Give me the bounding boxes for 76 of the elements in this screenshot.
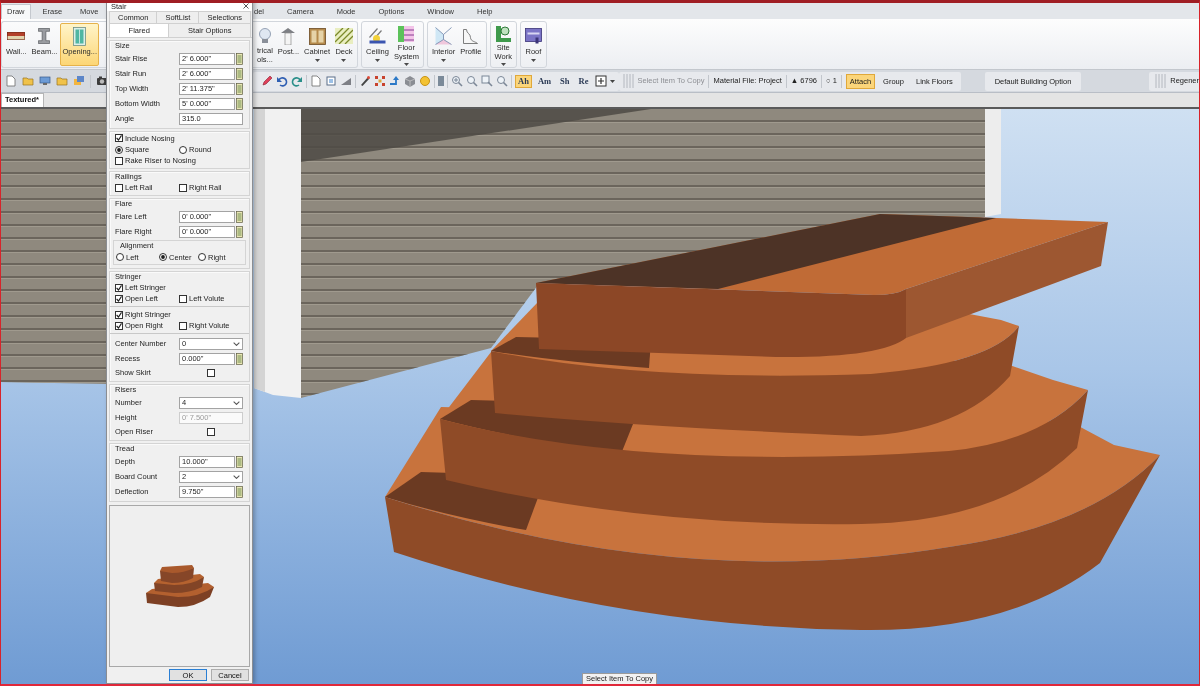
page-icon[interactable] — [310, 75, 322, 87]
stair-preview-drawing — [145, 565, 214, 607]
checkbox[interactable] — [179, 294, 187, 303]
checkbox[interactable] — [115, 310, 123, 319]
cabinet-icon — [308, 27, 326, 45]
caret-icon[interactable] — [314, 58, 320, 62]
wedge-icon[interactable] — [340, 75, 352, 87]
checkbox[interactable] — [115, 134, 123, 142]
caret-icon[interactable] — [441, 58, 447, 62]
ceiling-icon — [368, 28, 386, 44]
calculator-icon[interactable] — [236, 52, 243, 65]
page-icon[interactable] — [5, 75, 17, 87]
molding-profile-icon — [463, 28, 479, 44]
chevron-down-icon — [233, 400, 240, 405]
terrain-icon — [495, 26, 511, 42]
grip-icon[interactable] — [622, 74, 634, 88]
calculator-icon[interactable] — [236, 82, 243, 95]
undo-icon[interactable] — [276, 75, 288, 87]
caret-icon[interactable] — [341, 58, 347, 62]
zoom-box-icon[interactable] — [481, 75, 493, 87]
magnifier-icon[interactable] — [466, 75, 478, 87]
magnifier-icon[interactable] — [496, 75, 508, 87]
checkbox[interactable] — [207, 427, 215, 436]
box-icon[interactable] — [325, 75, 337, 87]
checkbox[interactable] — [115, 283, 123, 292]
pencil-icon[interactable] — [261, 75, 273, 87]
pen-icon[interactable] — [359, 75, 371, 87]
checkbox[interactable] — [207, 368, 215, 377]
floor-framing-icon — [398, 26, 415, 42]
zoom-in-icon[interactable] — [451, 75, 463, 87]
calculator-icon[interactable] — [236, 455, 243, 468]
checkbox[interactable] — [115, 156, 123, 165]
radio-button[interactable] — [116, 253, 124, 261]
layers-icon[interactable] — [73, 75, 85, 87]
view-toggle[interactable]: Ah — [515, 74, 532, 88]
door-icon — [73, 26, 87, 46]
caret-icon[interactable] — [500, 63, 506, 66]
radio-button[interactable] — [115, 145, 123, 154]
checkbox[interactable] — [115, 321, 123, 330]
wall-icon — [7, 32, 26, 40]
caret-icon[interactable] — [530, 58, 536, 62]
caret-icon[interactable] — [374, 58, 380, 62]
post-icon — [281, 27, 296, 45]
radio-button[interactable] — [179, 145, 187, 154]
calculator-icon[interactable] — [236, 352, 243, 365]
view-toggle[interactable]: Sh — [557, 74, 573, 88]
grip-icon[interactable] — [1155, 74, 1167, 88]
arrow-icon[interactable] — [389, 75, 401, 87]
close-icon[interactable] — [243, 3, 249, 9]
calculator-icon[interactable] — [236, 97, 243, 110]
redo-icon[interactable] — [291, 75, 303, 87]
chevron-down-icon — [233, 341, 240, 346]
grid-icon[interactable] — [374, 75, 386, 87]
chevron-down-icon — [233, 474, 240, 479]
calculator-icon[interactable] — [236, 210, 243, 223]
cube-icon[interactable] — [404, 75, 416, 87]
calculator-icon[interactable] — [236, 225, 243, 238]
monitor-icon[interactable] — [39, 75, 51, 87]
roof-icon — [524, 28, 542, 44]
view-toggle[interactable]: Re — [575, 74, 592, 88]
view-toggle[interactable]: Am — [534, 74, 555, 88]
caret-icon[interactable] — [609, 79, 615, 83]
checkbox[interactable] — [179, 183, 187, 192]
deck-boards-icon — [334, 28, 353, 44]
radio-button[interactable] — [198, 253, 206, 261]
radio-button[interactable] — [159, 253, 167, 261]
calculator-icon[interactable] — [236, 67, 243, 80]
calculator-icon[interactable] — [236, 485, 243, 498]
caret-icon[interactable] — [403, 63, 409, 66]
checkbox[interactable] — [115, 183, 123, 192]
checkbox[interactable] — [115, 294, 123, 303]
i-beam-icon — [38, 28, 51, 44]
plus-box-icon[interactable] — [594, 75, 607, 87]
room-icon — [435, 27, 453, 45]
checkbox[interactable] — [179, 321, 187, 330]
light-bulb-icon — [258, 28, 271, 43]
